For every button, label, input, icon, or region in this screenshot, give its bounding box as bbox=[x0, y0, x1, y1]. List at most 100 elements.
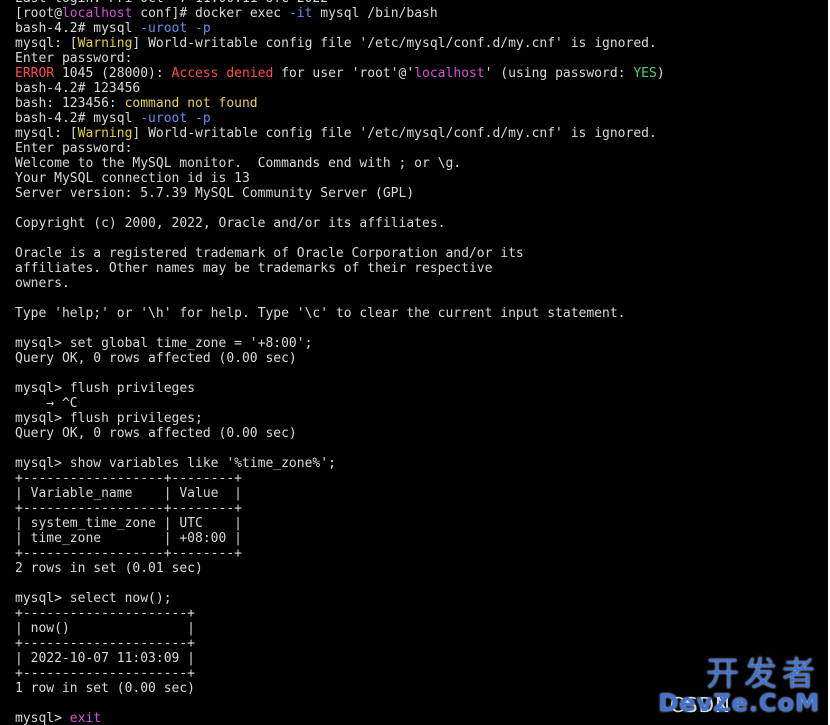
terminal-text-segment: ) bbox=[656, 66, 665, 81]
terminal-text-segment: -uroot -p bbox=[140, 21, 211, 36]
terminal-text-segment: +---------------------+ bbox=[15, 666, 196, 681]
terminal-line: Your MySQL connection id is 13 bbox=[15, 171, 665, 186]
terminal-text-segment: mysql> flush privileges; bbox=[15, 411, 203, 426]
terminal-line: mysql> flush privileges bbox=[15, 381, 665, 396]
terminal-text-segment: | system_time_zone | UTC | bbox=[15, 516, 242, 531]
terminal-text-segment: YES bbox=[633, 66, 657, 81]
terminal-line: [root@localhost conf]# docker exec -it m… bbox=[15, 6, 665, 21]
terminal-line: bash-4.2# mysql -uroot -p bbox=[15, 111, 665, 126]
terminal-line: Oracle is a registered trademark of Orac… bbox=[15, 246, 665, 261]
terminal-line: Type 'help;' or '\h' for help. Type '\c'… bbox=[15, 306, 665, 321]
terminal-text-segment: Oracle is a registered trademark of Orac… bbox=[15, 246, 524, 261]
terminal-line: owners. bbox=[15, 276, 665, 291]
terminal-text-segment: mysql> show variables like '%time_zone%'… bbox=[15, 456, 336, 471]
terminal-output: Last login: Fri Oct 7 11:00:11 UTC 2022[… bbox=[15, 0, 665, 725]
terminal-text-segment: → ^C bbox=[15, 396, 78, 411]
terminal-text-segment: mysql /bin/bash bbox=[312, 6, 438, 21]
terminal-text-segment: bash-4.2# 123456 bbox=[15, 81, 141, 96]
terminal-line: bash-4.2# mysql -uroot -p bbox=[15, 21, 665, 36]
terminal-line: | 2022-10-07 11:03:09 | bbox=[15, 651, 665, 666]
terminal-text-segment: | now() | bbox=[15, 621, 196, 636]
terminal-text-segment: ] World-writable config file '/etc/mysql… bbox=[132, 36, 657, 51]
watermark: CSDN 开发者 DevZe.CoM bbox=[658, 654, 820, 718]
terminal-text-segment: Warning bbox=[77, 36, 133, 51]
terminal-text-segment: mysql> bbox=[15, 711, 70, 725]
terminal-text-segment: owners. bbox=[15, 276, 70, 291]
terminal-line: Copyright (c) 2000, 2022, Oracle and/or … bbox=[15, 216, 665, 231]
watermark-chinese-text: 开发者 bbox=[706, 654, 820, 693]
terminal-text-segment: mysql> set global time_zone = '+8:00'; bbox=[15, 336, 313, 351]
terminal-line: mysql: [Warning] World-writable config f… bbox=[15, 36, 665, 51]
terminal-text-segment: ] World-writable config file '/etc/mysql… bbox=[132, 126, 657, 141]
terminal-text-segment: Copyright (c) 2000, 2022, Oracle and/or … bbox=[15, 216, 446, 231]
terminal-text-segment: localhost bbox=[414, 66, 485, 81]
terminal-text-segment: Your MySQL connection id is 13 bbox=[15, 171, 250, 186]
terminal-text-segment: Welcome to the MySQL monitor. Commands e… bbox=[15, 156, 462, 171]
screenshot-frame: Last login: Fri Oct 7 11:00:11 UTC 2022[… bbox=[0, 0, 830, 725]
terminal-line: → ^C bbox=[15, 396, 665, 411]
terminal-line: | Variable_name | Value | bbox=[15, 486, 665, 501]
terminal-text-segment: mysql> flush privileges bbox=[15, 381, 196, 396]
terminal-text-segment: -uroot -p bbox=[140, 111, 211, 126]
terminal-text-segment: ' (using password: bbox=[484, 66, 634, 81]
terminal-text-segment: -it bbox=[288, 6, 313, 21]
terminal-line: 1 row in set (0.00 sec) bbox=[15, 681, 665, 696]
terminal-text-segment: mysql: [ bbox=[15, 36, 78, 51]
terminal-line: | time_zone | +08:00 | bbox=[15, 531, 665, 546]
terminal-line: affiliates. Other names may be trademark… bbox=[15, 261, 665, 276]
terminal-line: mysql> select now(); bbox=[15, 591, 665, 606]
terminal-line: Enter password: bbox=[15, 141, 665, 156]
terminal-text-segment: Access denied bbox=[171, 66, 274, 81]
terminal-line: bash-4.2# 123456 bbox=[15, 81, 665, 96]
terminal-window[interactable]: Last login: Fri Oct 7 11:00:11 UTC 2022[… bbox=[0, 0, 830, 725]
terminal-text-segment: bash-4.2# mysql bbox=[15, 111, 141, 126]
terminal-line: Query OK, 0 rows affected (0.00 sec) bbox=[15, 351, 665, 366]
terminal-text-segment: 1 row in set (0.00 sec) bbox=[15, 681, 196, 696]
terminal-text-segment: 1045 (28000): bbox=[54, 66, 172, 81]
terminal-text-segment: ERROR bbox=[15, 66, 55, 81]
terminal-line: | now() | bbox=[15, 621, 665, 636]
terminal-line: mysql: [Warning] World-writable config f… bbox=[15, 126, 665, 141]
terminal-text-segment: exit bbox=[69, 711, 102, 725]
terminal-line: ERROR 1045 (28000): Access denied for us… bbox=[15, 66, 665, 81]
terminal-text-segment: bash-4.2# mysql bbox=[15, 21, 141, 36]
terminal-line: | system_time_zone | UTC | bbox=[15, 516, 665, 531]
terminal-text-segment: conf]# docker exec bbox=[132, 6, 289, 21]
terminal-text-segment: Query OK, 0 rows affected (0.00 sec) bbox=[15, 351, 297, 366]
terminal-line: Server version: 5.7.39 MySQL Community S… bbox=[15, 186, 665, 201]
terminal-line: +------------------+--------+ bbox=[15, 471, 665, 486]
terminal-line: +------------------+--------+ bbox=[15, 501, 665, 516]
terminal-text-segment: | time_zone | +08:00 | bbox=[15, 531, 242, 546]
terminal-text-segment: | Variable_name | Value | bbox=[15, 486, 242, 501]
terminal-text-segment: localhost bbox=[61, 6, 133, 21]
terminal-text-segment: mysql> select now(); bbox=[15, 591, 172, 606]
terminal-line: bash: 123456: command not found bbox=[15, 96, 665, 111]
terminal-text-segment: | 2022-10-07 11:03:09 | bbox=[15, 651, 196, 666]
terminal-text-segment: +------------------+--------+ bbox=[15, 501, 242, 516]
terminal-text-segment: mysql: [ bbox=[15, 126, 78, 141]
terminal-text-segment: Enter password: bbox=[15, 141, 133, 156]
terminal-line: 2 rows in set (0.01 sec) bbox=[15, 561, 665, 576]
terminal-line: mysql> flush privileges; bbox=[15, 411, 665, 426]
terminal-text-segment: [root@ bbox=[15, 6, 62, 21]
terminal-line: Enter password: bbox=[15, 51, 665, 66]
terminal-line: +---------------------+ bbox=[15, 666, 665, 681]
terminal-line: mysql> set global time_zone = '+8:00'; bbox=[15, 336, 665, 351]
terminal-line: Query OK, 0 rows affected (0.00 sec) bbox=[15, 426, 665, 441]
terminal-line: +---------------------+ bbox=[15, 606, 665, 621]
terminal-text-segment: Type 'help;' or '\h' for help. Type '\c'… bbox=[15, 306, 626, 321]
terminal-text-segment: Server version: 5.7.39 MySQL Community S… bbox=[15, 186, 415, 201]
terminal-text-segment: bash: 123456: bbox=[15, 96, 125, 111]
terminal-text-segment: Enter password: bbox=[15, 51, 133, 66]
terminal-text-segment: +---------------------+ bbox=[15, 636, 196, 651]
terminal-text-segment: 2 rows in set (0.01 sec) bbox=[15, 561, 203, 576]
terminal-line: mysql> show variables like '%time_zone%'… bbox=[15, 456, 665, 471]
terminal-text-segment: for user 'root'@' bbox=[273, 66, 415, 81]
